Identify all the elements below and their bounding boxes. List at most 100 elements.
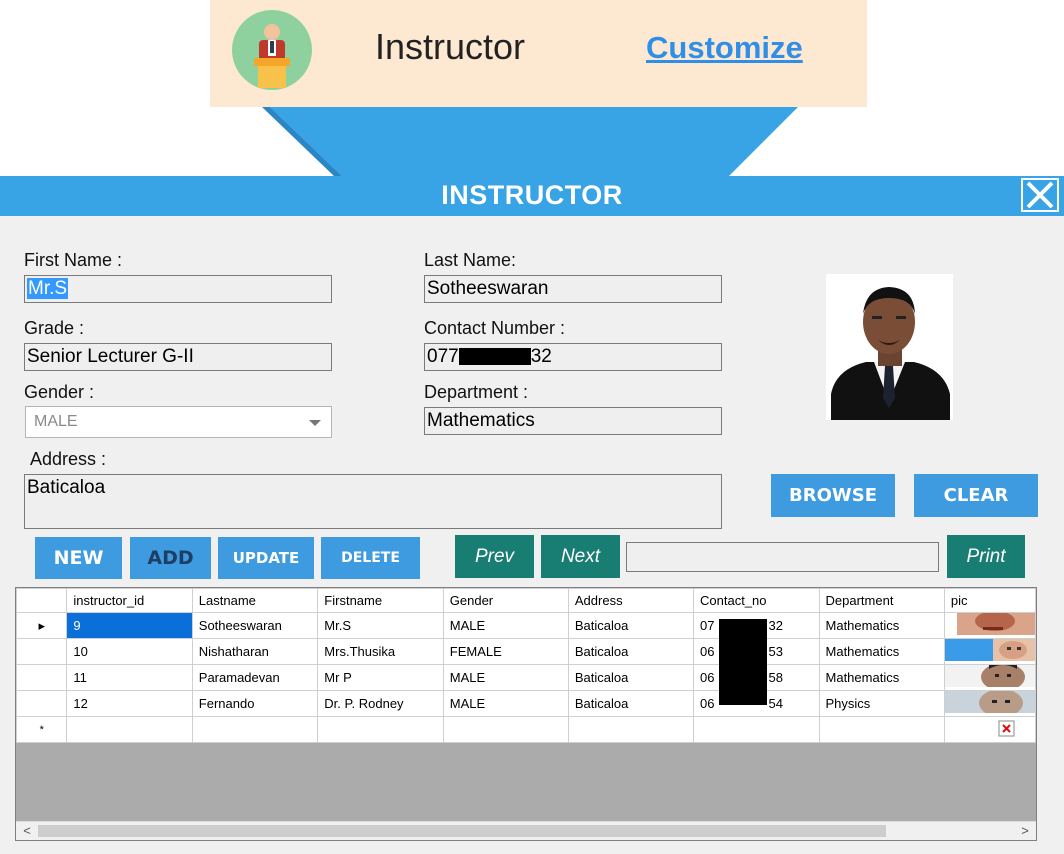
cell-lastname[interactable]: Fernando bbox=[191, 690, 319, 717]
cell-pic[interactable] bbox=[943, 664, 1036, 691]
contact-prefix: 06 bbox=[700, 696, 715, 711]
contact-prefix: 06 bbox=[700, 644, 715, 659]
cell-firstname[interactable]: Dr. P. Rodney bbox=[317, 690, 444, 717]
column-header-gender[interactable]: Gender bbox=[442, 588, 569, 613]
table-row[interactable]: ▸ 9 Sotheeswaran Mr.S MALE Baticaloa 07 3… bbox=[16, 612, 1036, 639]
cell-lastname[interactable]: Sotheeswaran bbox=[191, 612, 319, 639]
close-button[interactable] bbox=[1021, 178, 1059, 212]
instructor-photo bbox=[826, 274, 953, 420]
redaction-bar bbox=[458, 348, 531, 366]
new-cell[interactable] bbox=[567, 716, 695, 743]
address-label: Address : bbox=[30, 449, 107, 469]
cell-department[interactable]: Physics bbox=[818, 690, 945, 717]
department-input[interactable]: Mathematics bbox=[424, 407, 722, 435]
chevron-down-icon bbox=[309, 420, 321, 426]
column-header-pic[interactable]: pic bbox=[943, 588, 1036, 613]
cell-department[interactable]: Mathematics bbox=[818, 638, 945, 665]
new-cell[interactable] bbox=[66, 716, 193, 743]
column-header-instructor-id[interactable]: instructor_id bbox=[66, 588, 193, 613]
table-row[interactable]: 10 Nishatharan Mrs.Thusika FEMALE Batica… bbox=[16, 638, 1036, 665]
instructor-data-grid[interactable]: instructor_id Lastname Firstname Gender … bbox=[15, 587, 1037, 841]
new-button[interactable]: NEW bbox=[35, 537, 122, 579]
current-row-indicator[interactable]: ▸ bbox=[16, 612, 68, 639]
column-header-address[interactable]: Address bbox=[567, 588, 695, 613]
cell-firstname[interactable]: Mr P bbox=[317, 664, 444, 691]
prev-button[interactable]: Prev bbox=[455, 535, 534, 578]
row-header[interactable] bbox=[16, 664, 68, 691]
delete-button[interactable]: DELETE bbox=[321, 537, 420, 579]
new-row-indicator[interactable]: * bbox=[16, 716, 68, 743]
column-header-firstname[interactable]: Firstname bbox=[317, 588, 444, 613]
cell-instructor-id[interactable]: 9 bbox=[66, 612, 193, 639]
contact-suffix: 54 bbox=[768, 696, 783, 711]
grade-input[interactable]: Senior Lecturer G-II bbox=[24, 343, 332, 371]
scrollbar-thumb[interactable] bbox=[38, 825, 886, 837]
new-cell[interactable] bbox=[442, 716, 569, 743]
add-button[interactable]: ADD bbox=[130, 537, 211, 579]
cell-gender[interactable]: FEMALE bbox=[442, 638, 569, 665]
clear-button[interactable]: CLEAR bbox=[914, 474, 1038, 517]
row-header[interactable] bbox=[16, 690, 68, 717]
column-header-department[interactable]: Department bbox=[818, 588, 945, 613]
grade-label: Grade : bbox=[24, 318, 85, 338]
horizontal-scrollbar[interactable]: < > bbox=[16, 821, 1036, 840]
search-input[interactable] bbox=[626, 542, 939, 572]
cell-address[interactable]: Baticaloa bbox=[567, 664, 695, 691]
cell-instructor-id[interactable]: 12 bbox=[66, 690, 193, 717]
cell-firstname[interactable]: Mrs.Thusika bbox=[317, 638, 444, 665]
close-icon bbox=[1026, 181, 1054, 209]
gender-selected-value: MALE bbox=[34, 413, 78, 430]
print-button[interactable]: Print bbox=[947, 535, 1025, 578]
cell-department[interactable]: Mathematics bbox=[818, 612, 945, 639]
cell-instructor-id[interactable]: 11 bbox=[66, 664, 193, 691]
window-titlebar: INSTRUCTOR bbox=[0, 176, 1064, 216]
first-name-input[interactable]: Mr.S bbox=[24, 275, 332, 303]
column-header-contact-no[interactable]: Contact_no bbox=[693, 588, 820, 613]
scroll-left-arrow[interactable]: < bbox=[18, 822, 36, 840]
cell-firstname[interactable]: Mr.S bbox=[317, 612, 444, 639]
scroll-right-arrow[interactable]: > bbox=[1016, 822, 1034, 840]
new-cell-pic[interactable] bbox=[943, 716, 1036, 743]
cell-address[interactable]: Baticaloa bbox=[567, 612, 695, 639]
browse-button[interactable]: BROWSE bbox=[771, 474, 895, 517]
new-cell[interactable] bbox=[693, 716, 820, 743]
cell-gender[interactable]: MALE bbox=[442, 690, 569, 717]
cell-pic[interactable] bbox=[943, 638, 1036, 665]
thumbnail-image bbox=[956, 613, 1035, 635]
redaction-bar bbox=[719, 619, 767, 705]
cell-address[interactable]: Baticaloa bbox=[567, 690, 695, 717]
cell-gender[interactable]: MALE bbox=[442, 612, 569, 639]
new-cell[interactable] bbox=[191, 716, 319, 743]
contact-number-label: Contact Number : bbox=[424, 318, 566, 338]
contact-suffix: 58 bbox=[768, 670, 783, 685]
thumbnail-image bbox=[945, 691, 1035, 716]
cell-pic[interactable] bbox=[943, 612, 1036, 639]
contact-number-prefix: 077 bbox=[427, 346, 459, 367]
table-row[interactable]: 12 Fernando Dr. P. Rodney MALE Baticaloa… bbox=[16, 690, 1036, 717]
gender-select[interactable]: MALE bbox=[25, 406, 332, 438]
cell-department[interactable]: Mathematics bbox=[818, 664, 945, 691]
column-header-lastname[interactable]: Lastname bbox=[191, 588, 319, 613]
thumbnail-image bbox=[945, 665, 1035, 690]
last-name-input[interactable]: Sotheeswaran bbox=[424, 275, 722, 303]
row-header[interactable] bbox=[16, 638, 68, 665]
instructor-banner: Instructor Customize bbox=[210, 0, 867, 107]
cell-lastname[interactable]: Nishatharan bbox=[191, 638, 319, 665]
cell-pic[interactable] bbox=[943, 690, 1036, 717]
table-row[interactable]: 11 Paramadevan Mr P MALE Baticaloa 06 58 … bbox=[16, 664, 1036, 691]
next-button[interactable]: Next bbox=[541, 535, 620, 578]
cell-lastname[interactable]: Paramadevan bbox=[191, 664, 319, 691]
customize-link[interactable]: Customize bbox=[646, 30, 803, 66]
cell-address[interactable]: Baticaloa bbox=[567, 638, 695, 665]
address-textarea[interactable]: Baticaloa bbox=[24, 474, 722, 529]
table-header-row: instructor_id Lastname Firstname Gender … bbox=[16, 588, 1036, 613]
table-new-row[interactable]: * bbox=[16, 716, 1036, 743]
new-cell[interactable] bbox=[317, 716, 444, 743]
cell-gender[interactable]: MALE bbox=[442, 664, 569, 691]
contact-number-input[interactable]: 077 32 bbox=[424, 343, 722, 371]
update-button[interactable]: UPDATE bbox=[218, 537, 314, 579]
cell-instructor-id[interactable]: 10 bbox=[66, 638, 193, 665]
contact-prefix: 06 bbox=[700, 670, 715, 685]
last-name-label: Last Name: bbox=[424, 250, 517, 270]
new-cell[interactable] bbox=[818, 716, 945, 743]
